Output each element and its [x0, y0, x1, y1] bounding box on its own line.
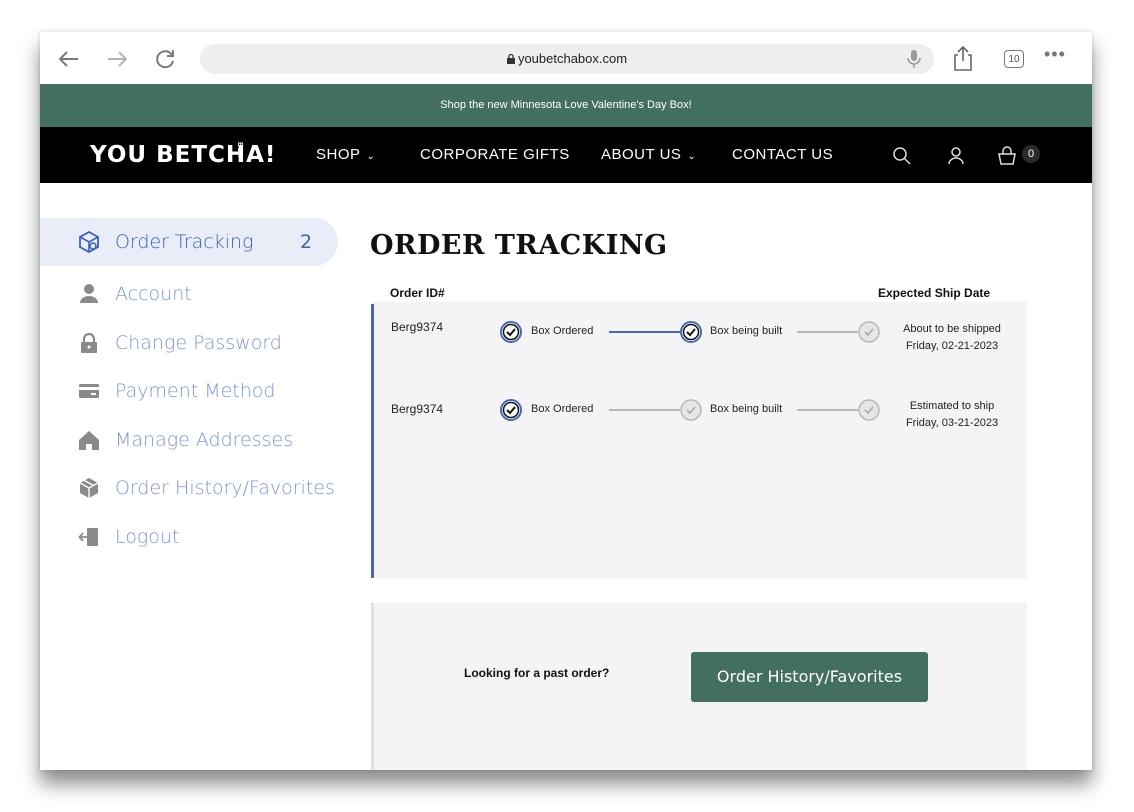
forward-arrow-icon[interactable]: [104, 46, 130, 72]
sidebar-item-logout[interactable]: Logout: [40, 513, 338, 561]
browser-toolbar: youbetchabox.com 10 •••: [40, 32, 1092, 84]
sidebar-item-change-password[interactable]: Change Password: [40, 319, 338, 367]
past-panel-accent: [371, 603, 374, 770]
credit-card-icon: [78, 380, 100, 402]
chevron-down-icon: ⌄: [366, 151, 376, 162]
sidebar-item-order-history[interactable]: Order History/Favorites: [40, 464, 338, 512]
tab-count-button[interactable]: 10: [1004, 50, 1024, 68]
order-history-button[interactable]: Order History/Favorites: [691, 652, 928, 702]
step-complete-icon: [500, 399, 522, 421]
search-icon[interactable]: [891, 145, 913, 167]
browser-window: youbetchabox.com 10 ••• Shop the new Min…: [40, 32, 1092, 770]
lock-icon: [506, 53, 515, 64]
expected-ship-date: Estimated to ship Friday, 03-21-2023: [905, 400, 999, 429]
cart-count-badge: 0: [1022, 145, 1040, 163]
account-sidebar: Order Tracking 2 Account Change Password…: [40, 183, 360, 770]
progress-connector-complete: [609, 331, 680, 333]
step-label: Box being built: [710, 325, 783, 337]
site-logo[interactable]: YOU BETCHA!: [90, 143, 276, 167]
step-complete-icon: [500, 321, 522, 343]
step-label: Box Ordered: [531, 325, 594, 337]
past-order-prompt: Looking for a past order?: [464, 666, 610, 680]
back-arrow-icon[interactable]: [56, 46, 82, 72]
sidebar-item-manage-addresses[interactable]: Manage Addresses: [40, 416, 338, 464]
order-id[interactable]: Berg9374: [391, 402, 443, 416]
column-header-ship-date: Expected Ship Date: [878, 286, 991, 300]
sidebar-item-account[interactable]: Account: [40, 270, 338, 318]
address-bar[interactable]: youbetchabox.com: [200, 44, 934, 74]
nav-corporate-gifts[interactable]: CORPORATE GIFTS: [420, 127, 570, 183]
expected-ship-date: About to be shipped Friday, 02-21-2023: [903, 323, 1001, 352]
step-pending-icon: [858, 321, 880, 343]
progress-connector-pending: [797, 409, 858, 411]
cart-icon[interactable]: [996, 145, 1018, 167]
logout-icon: [78, 526, 100, 548]
step-pending-icon: [680, 399, 702, 421]
microphone-icon[interactable]: [906, 49, 922, 69]
more-menu-icon[interactable]: •••: [1044, 44, 1084, 65]
logo-box-text: BOX: [236, 142, 243, 158]
chevron-down-icon: ⌄: [687, 151, 697, 162]
progress-connector-pending: [797, 331, 858, 333]
order-count: 2: [300, 231, 313, 253]
step-label: Box being built: [710, 403, 783, 415]
step-complete-icon: [680, 321, 702, 343]
lock-icon: [78, 332, 100, 354]
home-icon: [78, 429, 100, 451]
reload-icon[interactable]: [152, 46, 178, 72]
user-icon: [78, 283, 100, 305]
share-icon[interactable]: [950, 44, 976, 72]
step-label: Box Ordered: [531, 403, 594, 415]
order-id[interactable]: Berg9374: [391, 320, 443, 334]
progress-connector-pending: [609, 409, 680, 411]
nav-shop[interactable]: SHOP ⌄: [316, 127, 375, 183]
step-pending-icon: [858, 399, 880, 421]
column-header-order-id: Order ID#: [390, 286, 445, 300]
nav-contact-us[interactable]: CONTACT US: [732, 127, 833, 183]
box-icon: [78, 477, 100, 499]
sidebar-item-payment-method[interactable]: Payment Method: [40, 367, 338, 415]
package-search-icon: [78, 230, 100, 254]
page-title: ORDER TRACKING: [370, 230, 668, 261]
tracking-panel-accent: [371, 304, 374, 578]
nav-about-us[interactable]: ABOUT US ⌄: [601, 127, 696, 183]
site-nav: YOU BETCHA! BOX SHOP ⌄ CORPORATE GIFTS AB…: [40, 127, 1092, 183]
announcement-bar[interactable]: Shop the new Minnesota Love Valentine's …: [40, 84, 1092, 127]
sidebar-item-order-tracking[interactable]: Order Tracking 2: [40, 218, 338, 266]
url-text: youbetchabox.com: [200, 44, 934, 74]
account-icon[interactable]: [945, 145, 967, 167]
